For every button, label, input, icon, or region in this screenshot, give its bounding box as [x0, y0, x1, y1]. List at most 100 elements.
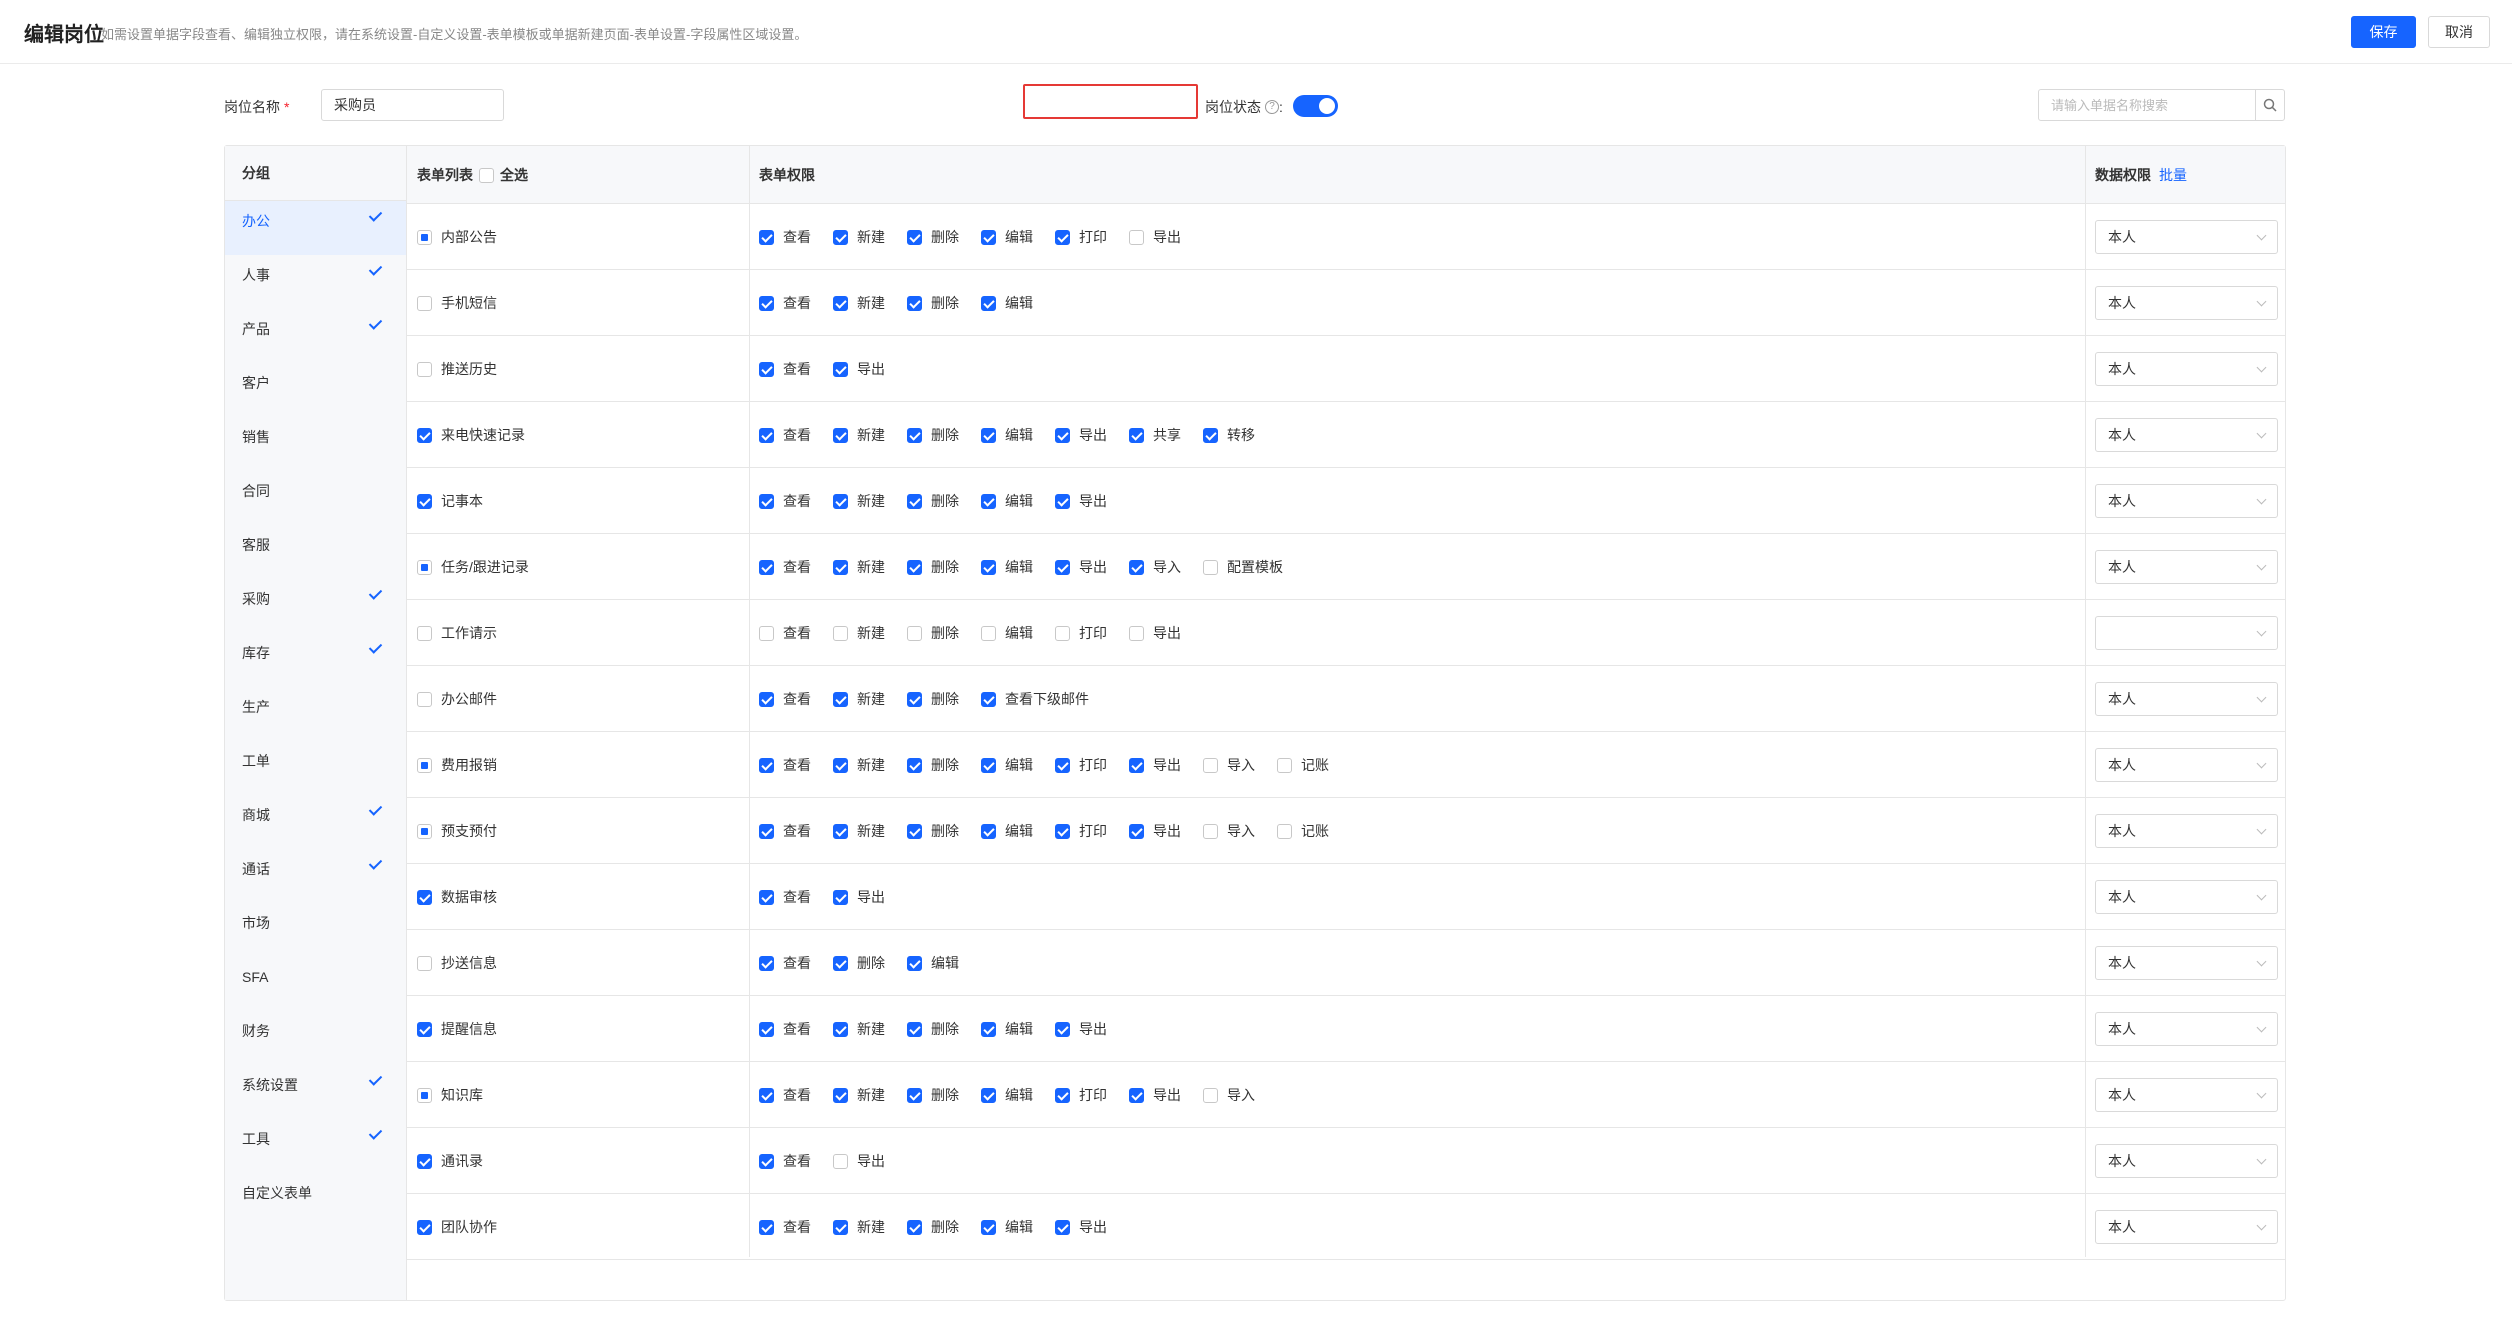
permission-checkbox[interactable] — [759, 823, 774, 839]
cancel-button[interactable]: 取消 — [2428, 16, 2490, 48]
permission-checkbox[interactable] — [759, 361, 774, 377]
permission-option[interactable]: 删除 — [907, 1019, 959, 1039]
save-button[interactable]: 保存 — [2351, 16, 2416, 48]
form-checkbox[interactable] — [417, 559, 432, 575]
permission-option[interactable]: 编辑 — [981, 227, 1033, 247]
permission-option[interactable]: 新建 — [833, 227, 885, 247]
form-checkbox[interactable] — [417, 295, 432, 311]
permission-option[interactable]: 查看 — [759, 1151, 811, 1171]
permission-option[interactable]: 新建 — [833, 1085, 885, 1105]
sidebar-group-item[interactable]: 自定义表单 — [225, 1173, 406, 1227]
sidebar-group-item[interactable]: 客服 — [225, 525, 406, 579]
permission-option[interactable]: 导出 — [1055, 425, 1107, 445]
permission-option[interactable]: 删除 — [907, 755, 959, 775]
permission-checkbox[interactable] — [1129, 229, 1144, 245]
permission-option[interactable]: 记账 — [1277, 755, 1329, 775]
permission-option[interactable]: 记账 — [1277, 821, 1329, 841]
sidebar-group-item[interactable]: 商城 — [225, 795, 406, 849]
permission-checkbox[interactable] — [759, 757, 774, 773]
permission-checkbox[interactable] — [1129, 1087, 1144, 1103]
permission-option[interactable]: 编辑 — [981, 557, 1033, 577]
permission-checkbox[interactable] — [1129, 823, 1144, 839]
permission-checkbox[interactable] — [1277, 757, 1292, 773]
permission-option[interactable]: 导出 — [833, 359, 885, 379]
permission-option[interactable]: 打印 — [1055, 821, 1107, 841]
permission-checkbox[interactable] — [981, 691, 996, 707]
permission-option[interactable]: 导出 — [1129, 1085, 1181, 1105]
permission-checkbox[interactable] — [907, 1087, 922, 1103]
permission-checkbox[interactable] — [981, 625, 996, 641]
form-checkbox[interactable] — [417, 1153, 432, 1169]
permission-option[interactable]: 编辑 — [981, 1085, 1033, 1105]
data-scope-select[interactable]: 本人 — [2095, 1012, 2278, 1046]
permission-checkbox[interactable] — [759, 691, 774, 707]
permission-checkbox[interactable] — [833, 361, 848, 377]
permission-option[interactable]: 删除 — [907, 689, 959, 709]
permission-checkbox[interactable] — [981, 823, 996, 839]
permission-option[interactable]: 查看 — [759, 491, 811, 511]
permission-checkbox[interactable] — [1055, 757, 1070, 773]
form-checkbox[interactable] — [417, 823, 432, 839]
permission-option[interactable]: 新建 — [833, 425, 885, 445]
permission-option[interactable]: 共享 — [1129, 425, 1181, 445]
permission-option[interactable]: 新建 — [833, 821, 885, 841]
sidebar-group-item[interactable]: 系统设置 — [225, 1065, 406, 1119]
permission-option[interactable]: 删除 — [907, 623, 959, 643]
permission-option[interactable]: 新建 — [833, 1019, 885, 1039]
position-status-toggle[interactable] — [1293, 95, 1338, 117]
permission-option[interactable]: 新建 — [833, 623, 885, 643]
permission-checkbox[interactable] — [1055, 625, 1070, 641]
permission-option[interactable]: 查看 — [759, 293, 811, 313]
permission-checkbox[interactable] — [907, 1021, 922, 1037]
permission-checkbox[interactable] — [833, 559, 848, 575]
permission-option[interactable]: 导出 — [1055, 1217, 1107, 1237]
permission-option[interactable]: 导出 — [1129, 227, 1181, 247]
form-checkbox[interactable] — [417, 1219, 432, 1235]
permission-option[interactable]: 编辑 — [981, 491, 1033, 511]
permission-checkbox[interactable] — [833, 757, 848, 773]
permission-checkbox[interactable] — [759, 1087, 774, 1103]
permission-checkbox[interactable] — [1203, 427, 1218, 443]
permission-option[interactable]: 查看 — [759, 689, 811, 709]
permission-option[interactable]: 新建 — [833, 557, 885, 577]
permission-checkbox[interactable] — [1055, 1087, 1070, 1103]
permission-option[interactable]: 查看 — [759, 755, 811, 775]
permission-checkbox[interactable] — [759, 1219, 774, 1235]
permission-option[interactable]: 查看 — [759, 623, 811, 643]
permission-checkbox[interactable] — [907, 559, 922, 575]
permission-checkbox[interactable] — [1129, 427, 1144, 443]
data-scope-select[interactable]: 本人 — [2095, 352, 2278, 386]
permission-checkbox[interactable] — [759, 229, 774, 245]
permission-checkbox[interactable] — [907, 823, 922, 839]
permission-option[interactable]: 删除 — [907, 1085, 959, 1105]
form-checkbox[interactable] — [417, 493, 432, 509]
form-checkbox[interactable] — [417, 955, 432, 971]
permission-checkbox[interactable] — [907, 1219, 922, 1235]
permission-option[interactable]: 新建 — [833, 755, 885, 775]
data-scope-select[interactable] — [2095, 616, 2278, 650]
permission-checkbox[interactable] — [833, 1021, 848, 1037]
data-scope-select[interactable]: 本人 — [2095, 814, 2278, 848]
permission-checkbox[interactable] — [907, 757, 922, 773]
sidebar-group-item[interactable]: 生产 — [225, 687, 406, 741]
permission-option[interactable]: 删除 — [907, 557, 959, 577]
form-checkbox[interactable] — [417, 889, 432, 905]
permission-option[interactable]: 编辑 — [981, 1217, 1033, 1237]
sidebar-group-item[interactable]: 销售 — [225, 417, 406, 471]
permission-checkbox[interactable] — [1055, 1021, 1070, 1037]
sidebar-group-item[interactable]: 产品 — [225, 309, 406, 363]
permission-checkbox[interactable] — [833, 427, 848, 443]
permission-option[interactable]: 打印 — [1055, 623, 1107, 643]
data-scope-select[interactable]: 本人 — [2095, 1078, 2278, 1112]
permission-checkbox[interactable] — [1055, 559, 1070, 575]
permission-option[interactable]: 编辑 — [907, 953, 959, 973]
permission-checkbox[interactable] — [759, 1021, 774, 1037]
permission-option[interactable]: 转移 — [1203, 425, 1255, 445]
permission-option[interactable]: 编辑 — [981, 821, 1033, 841]
permission-checkbox[interactable] — [759, 625, 774, 641]
permission-checkbox[interactable] — [833, 229, 848, 245]
permission-checkbox[interactable] — [981, 1087, 996, 1103]
permission-option[interactable]: 导入 — [1203, 1085, 1255, 1105]
permission-option[interactable]: 导出 — [1129, 623, 1181, 643]
permission-option[interactable]: 导入 — [1129, 557, 1181, 577]
